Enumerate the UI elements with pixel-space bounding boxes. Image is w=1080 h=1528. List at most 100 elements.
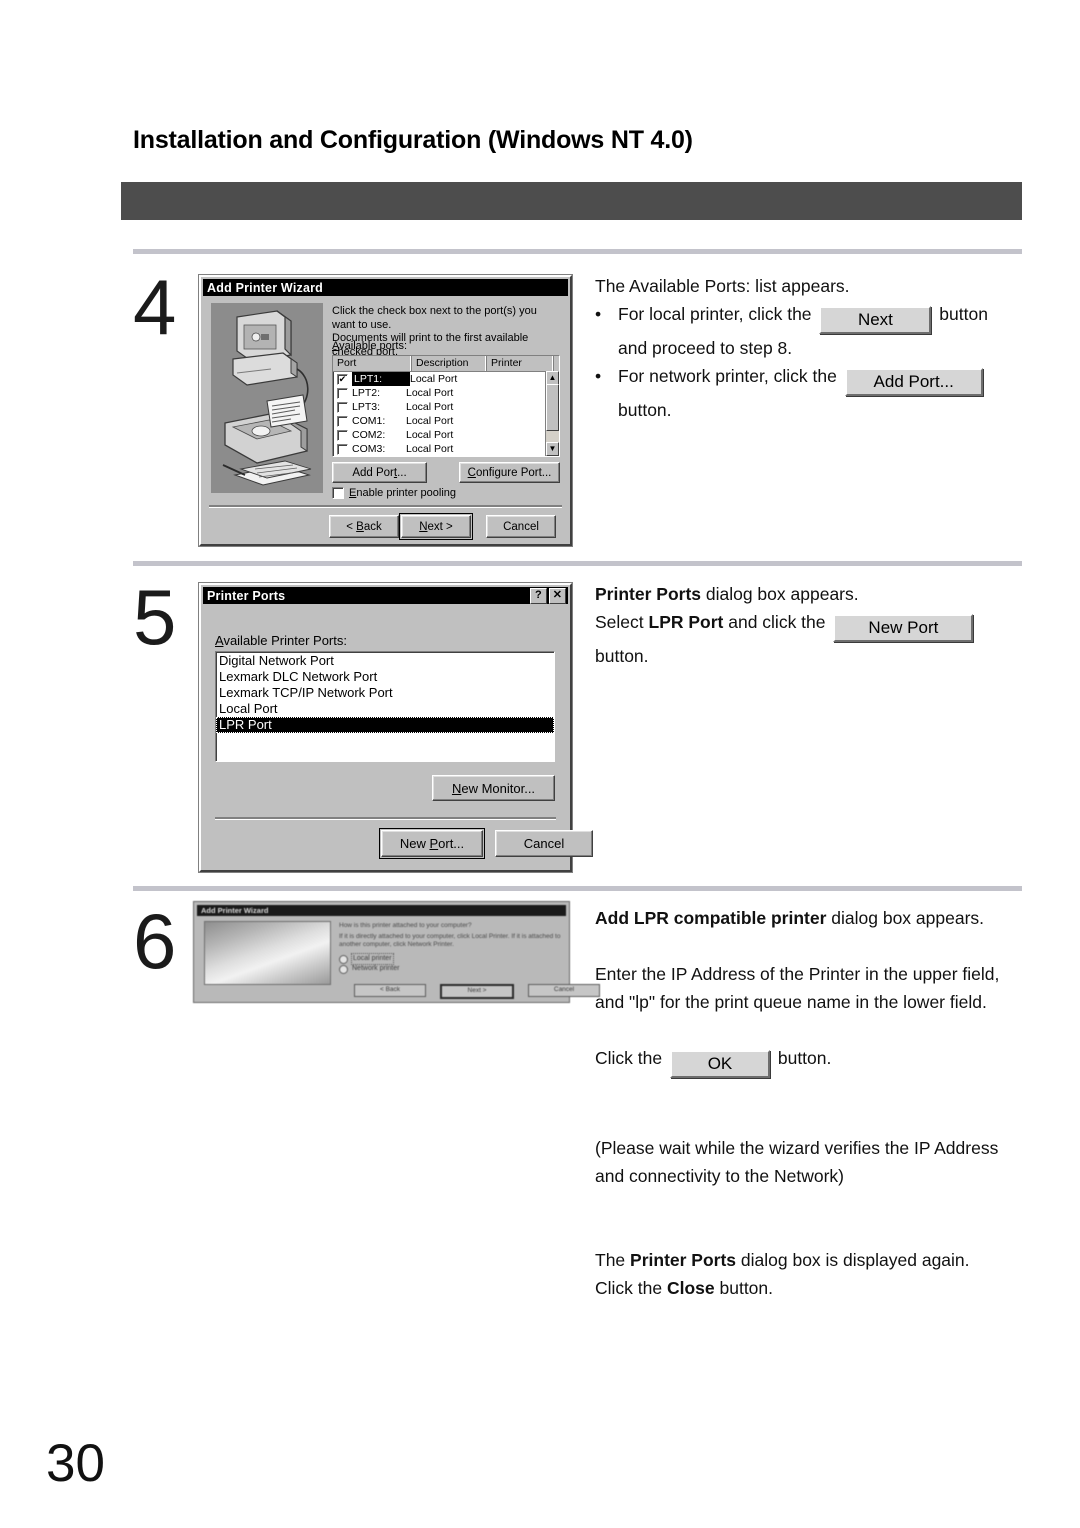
column-header-printer[interactable]: Printer <box>487 356 554 371</box>
available-ports-label: Available ports: <box>332 340 408 352</box>
port-checkbox[interactable] <box>337 444 348 455</box>
radio-icon[interactable] <box>339 964 348 974</box>
list-item[interactable]: Lexmark TCP/IP Network Port <box>216 685 554 701</box>
table-row[interactable]: COM2: Local Port <box>333 428 559 442</box>
port-checkbox[interactable] <box>337 430 348 441</box>
dialog-separator <box>215 817 556 820</box>
thumbnail-radio-group[interactable]: Local printer Network printer <box>339 953 399 974</box>
step-6-para-3: Click the OK button. <box>595 1044 1025 1078</box>
thumbnail-buttons: < Back Next > Cancel <box>354 984 600 999</box>
new-port-button[interactable]: New Port... <box>379 828 485 859</box>
bullet-icon: • <box>595 366 602 386</box>
step-4-line-1: The Available Ports: list appears. <box>595 276 850 296</box>
port-checkbox[interactable]: ✔ <box>337 374 348 385</box>
next-inline-button[interactable]: Next <box>819 306 932 334</box>
step-number-5: 5 <box>133 573 177 661</box>
step-5-line-1: Printer Ports dialog box appears. <box>595 580 1025 608</box>
new-port-inline-button[interactable]: New Port <box>833 614 974 642</box>
step-6-para-3-post: button. <box>777 1048 832 1068</box>
instruction-line-1: Click the check box next to the port(s) … <box>332 305 537 331</box>
printer-ports-bold: Printer Ports <box>595 584 701 604</box>
section-divider <box>133 249 1022 254</box>
table-row[interactable]: COM1: Local Port <box>333 414 559 428</box>
table-row[interactable]: ✔ LPT1: Local Port <box>333 372 559 386</box>
port-checkbox[interactable] <box>337 402 348 413</box>
table-row[interactable]: LPT2: Local Port <box>333 386 559 400</box>
radio-network-printer[interactable]: Network printer <box>339 964 399 974</box>
table-row[interactable]: LPT3: Local Port <box>333 400 559 414</box>
port-description: Local Port <box>406 401 454 413</box>
thumbnail-titlebar: Add Printer Wizard <box>197 905 566 916</box>
section-divider <box>133 561 1022 566</box>
enable-printer-pooling-checkbox[interactable]: Enable printer pooling <box>332 487 456 499</box>
dialog-titlebar: Add Printer Wizard <box>203 279 568 296</box>
column-header-description[interactable]: Description <box>412 356 487 371</box>
radio-local-printer[interactable]: Local printer <box>339 953 399 965</box>
next-button[interactable]: Next > <box>440 984 514 999</box>
printer-ports-bold: Printer Ports <box>630 1250 737 1270</box>
bullet-2-cont: button. <box>618 400 672 420</box>
bullet-body: For local printer, click the Next button… <box>618 300 1025 362</box>
cancel-button[interactable]: Cancel <box>495 830 593 857</box>
thumbnail-question: How is this printer attached to your com… <box>339 922 472 929</box>
port-description: Local Port <box>410 373 458 385</box>
list-item-selected[interactable]: LPR Port <box>216 717 554 733</box>
section-divider <box>133 886 1022 891</box>
back-button[interactable]: < Back <box>329 515 399 538</box>
dialog-title: Add Printer Wizard <box>207 280 323 295</box>
list-item[interactable]: Lexmark DLC Network Port <box>216 669 554 685</box>
radio-icon[interactable] <box>339 954 348 964</box>
list-item[interactable]: Digital Network Port <box>216 653 554 669</box>
ok-inline-button[interactable]: OK <box>669 1050 770 1078</box>
step-5-line-2: Select LPR Port and click the New Port <box>595 608 1025 642</box>
available-printer-ports-label: Available Printer Ports: <box>215 633 347 648</box>
column-header-port[interactable]: Port <box>333 356 412 371</box>
bullet-1-cont: and proceed to step 8. <box>618 338 793 358</box>
step-6-para-6-pre: Click the <box>595 1278 667 1298</box>
vertical-scrollbar[interactable]: ▲ ▼ <box>545 371 559 456</box>
scroll-down-arrow-icon[interactable]: ▼ <box>546 442 559 456</box>
step-5-line-2-mid: and click the <box>723 612 826 632</box>
next-button[interactable]: Next > <box>399 513 473 540</box>
checkbox-label: Enable printer pooling <box>349 487 457 499</box>
port-checkbox[interactable] <box>337 416 348 427</box>
port-checkbox[interactable] <box>337 388 348 399</box>
add-port-button[interactable]: Add Port... <box>332 462 427 483</box>
step-6-para-6-rest: button. <box>714 1278 774 1298</box>
step-5-line-3: button. <box>595 646 649 666</box>
table-row[interactable]: COM3: Local Port <box>333 442 559 456</box>
port-name: LPT2: <box>352 387 381 399</box>
list-item[interactable]: Local Port <box>216 701 554 717</box>
printer-ports-listbox[interactable]: Digital Network Port Lexmark DLC Network… <box>215 651 555 762</box>
scroll-up-arrow-icon[interactable]: ▲ <box>546 371 559 385</box>
add-port-inline-button[interactable]: Add Port... <box>844 368 983 396</box>
lpr-port-bold: LPR Port <box>648 612 724 632</box>
step-5-line-2-pre: Select <box>595 612 649 632</box>
new-monitor-button[interactable]: New Monitor... <box>432 775 555 801</box>
checkbox-icon[interactable] <box>332 487 344 499</box>
step-5-line-1-rest: dialog box appears. <box>701 584 859 604</box>
printer-ports-dialog: Printer Ports ? ✕ Available Printer Port… <box>199 583 593 872</box>
configure-port-button[interactable]: Configure Port... <box>459 462 560 483</box>
cancel-button[interactable]: Cancel <box>528 984 600 997</box>
scrollbar-thumb[interactable] <box>546 384 559 431</box>
radio-label: Network printer <box>352 965 400 972</box>
wizard-illustration <box>211 303 323 493</box>
page-number: 30 <box>46 1434 105 1493</box>
port-name: COM3: <box>352 443 386 455</box>
help-icon[interactable]: ? <box>530 587 547 604</box>
close-icon[interactable]: ✕ <box>549 587 566 604</box>
port-description: Local Port <box>406 387 454 399</box>
computer-printer-illustration <box>222 310 312 486</box>
step-4-instructions: The Available Ports: list appears. • For… <box>595 272 1025 424</box>
available-ports-listbox[interactable]: Port Description Printer ✔ LPT1: Local P… <box>332 355 560 457</box>
thumbnail-text: How is this printer attached to your com… <box>339 922 561 949</box>
step-6-para-6: Click the Close button. <box>595 1274 1025 1302</box>
cancel-button[interactable]: Cancel <box>486 515 556 538</box>
port-name: COM2: <box>352 429 386 441</box>
back-button[interactable]: < Back <box>354 984 426 997</box>
